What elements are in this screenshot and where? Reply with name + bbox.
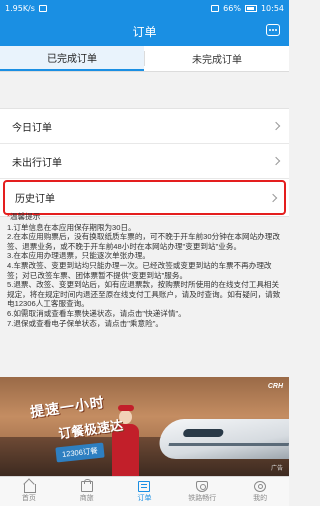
train-image bbox=[155, 419, 289, 459]
bottom-tab-label: 首页 bbox=[21, 494, 36, 502]
signal-icon bbox=[211, 4, 220, 12]
list-item-label: 今日订单 bbox=[12, 122, 52, 134]
tip-line: 6.如需取消或查看车票快递状态，请点击"快递详情"。 bbox=[7, 308, 186, 318]
chevron-right-icon bbox=[271, 121, 281, 131]
ad-label: 广告 bbox=[270, 466, 283, 472]
tab-completed-orders[interactable]: 已完成订单 bbox=[0, 46, 144, 71]
battery-icon bbox=[244, 4, 257, 12]
bottom-tab-profile[interactable]: 我的 bbox=[231, 477, 289, 506]
bottom-tab-label: 我的 bbox=[253, 494, 268, 502]
bottom-tab-label: 铁路畅行 bbox=[188, 494, 217, 502]
tip-line: 3.在本应用办理退票，只能逐次单张办理。 bbox=[7, 251, 151, 261]
bottom-tab-bar: 首页 商旅 订单 铁路畅行 我的 bbox=[0, 476, 289, 506]
order-icon bbox=[138, 480, 151, 492]
list-item-label: 历史订单 bbox=[15, 194, 55, 205]
bottom-tab-business-travel[interactable]: 商旅 bbox=[58, 477, 116, 506]
tip-line: 7.退保或查看电子保单状态，请点击"乘意险"。 bbox=[7, 318, 164, 328]
order-tabs: 已完成订单 未完成订单 bbox=[0, 46, 289, 72]
tip-line: 4.车票改签、变更到站均只能办理一次。已经改签或变更到站的车票不再办理改签；对已… bbox=[7, 260, 272, 280]
ad-banner[interactable]: 提速一小时 订餐极速达 12306订餐 CRH 广告 bbox=[0, 377, 289, 476]
list-item-history-orders[interactable]: 历史订单 bbox=[3, 180, 286, 215]
tips-heading-text: 温馨提示 bbox=[9, 212, 41, 221]
tab-pending-orders[interactable]: 未完成订单 bbox=[145, 46, 289, 71]
bottom-tab-label: 商旅 bbox=[79, 494, 94, 502]
home-icon bbox=[23, 481, 36, 493]
bottom-tab-railway[interactable]: 铁路畅行 bbox=[173, 477, 231, 506]
status-bar: 1.95K/s 66% 10:54 bbox=[0, 0, 289, 16]
order-list: 今日订单 未出行订单 历史订单 bbox=[0, 108, 289, 217]
tips-section: *温馨提示 1.订单信息在本应用保存期限为30日。 2.在本应用购票后，没有换取… bbox=[7, 212, 283, 328]
battery-percent: 66% bbox=[223, 3, 241, 13]
bottom-tab-home[interactable]: 首页 bbox=[0, 477, 58, 506]
tip-line: 1.订单信息在本应用保存期限为30日。 bbox=[7, 222, 136, 232]
list-item-untraveled-orders[interactable]: 未出行订单 bbox=[0, 144, 289, 179]
tip-line: 2.在本应用购票后，没有换取纸质车票的，可不晚于开车前30分钟在本网站办理改签、… bbox=[7, 232, 280, 251]
tips-heading: *温馨提示 bbox=[7, 212, 283, 222]
bottom-tab-label: 订单 bbox=[137, 494, 152, 502]
mall-icon bbox=[80, 478, 93, 492]
railway-icon bbox=[196, 480, 209, 492]
message-icon[interactable] bbox=[266, 24, 280, 36]
tip-line: 5.退票、改签、变更到站后，如有应退票款，按购票时所使用的在线支付工具相关规定，… bbox=[7, 280, 281, 309]
chevron-right-icon bbox=[271, 156, 281, 166]
nav-bar: 订单 bbox=[0, 16, 289, 46]
list-item-today-orders[interactable]: 今日订单 bbox=[0, 109, 289, 144]
clock: 10:54 bbox=[260, 3, 284, 13]
bottom-tab-orders[interactable]: 订单 bbox=[116, 477, 174, 506]
alarm-icon bbox=[38, 4, 47, 12]
network-speed: 1.95K/s bbox=[5, 3, 35, 13]
crh-logo: CRH bbox=[267, 383, 283, 390]
page-title: 订单 bbox=[132, 24, 157, 39]
profile-icon bbox=[254, 480, 267, 492]
chevron-right-icon bbox=[268, 193, 278, 202]
list-item-label: 未出行订单 bbox=[12, 157, 62, 169]
